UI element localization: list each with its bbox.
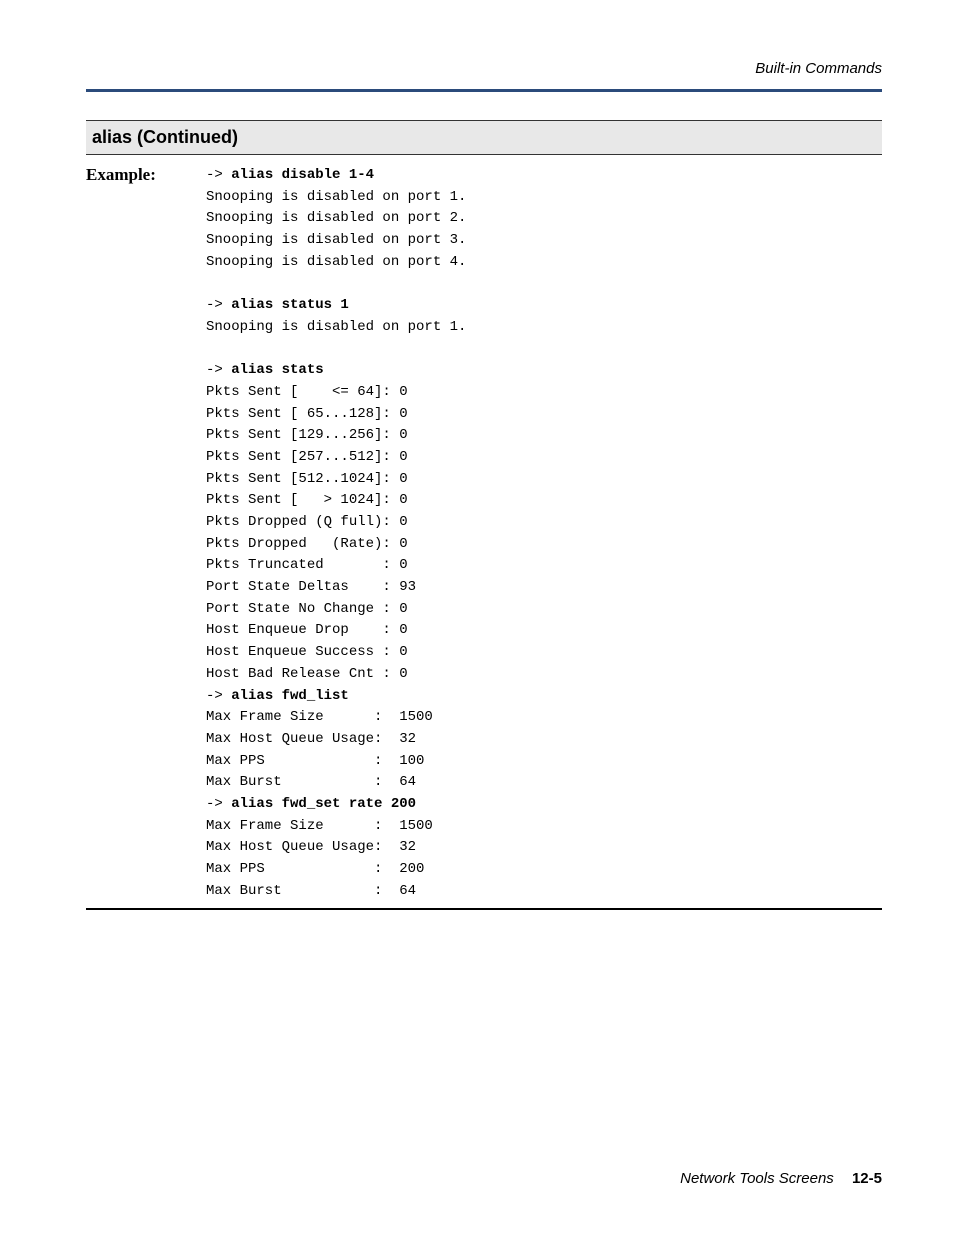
out3-l9: Port State Deltas : 93 bbox=[206, 579, 416, 595]
out5-l1: Max Host Queue Usage: 32 bbox=[206, 839, 416, 855]
cmd2: alias status 1 bbox=[231, 297, 349, 313]
header-rule bbox=[86, 89, 882, 92]
section-title-bar: alias (Continued) bbox=[86, 120, 882, 155]
page-header: Built-in Commands bbox=[86, 60, 882, 87]
cmd1-prefix: -> bbox=[206, 167, 231, 183]
out5-l0: Max Frame Size : 1500 bbox=[206, 818, 433, 834]
footer-text: Network Tools Screens bbox=[680, 1170, 834, 1187]
out3-l6: Pkts Dropped (Q full): 0 bbox=[206, 514, 408, 530]
cmd4-prefix: -> bbox=[206, 688, 231, 704]
out3-l11: Host Enqueue Drop : 0 bbox=[206, 622, 408, 638]
out1-l2: Snooping is disabled on port 3. bbox=[206, 232, 466, 248]
out3-l13: Host Bad Release Cnt : 0 bbox=[206, 666, 408, 682]
example-label: Example: bbox=[86, 165, 206, 902]
example-entry: Example: -> alias disable 1-4 Snooping i… bbox=[86, 155, 882, 902]
out3-l8: Pkts Truncated : 0 bbox=[206, 557, 408, 573]
out4-l2: Max PPS : 100 bbox=[206, 753, 424, 769]
out3-l2: Pkts Sent [129...256]: 0 bbox=[206, 427, 408, 443]
out5-l3: Max Burst : 64 bbox=[206, 883, 416, 899]
page-footer: Network Tools Screens 12-5 bbox=[680, 1170, 882, 1187]
out4-l1: Max Host Queue Usage: 32 bbox=[206, 731, 416, 747]
out2-l0: Snooping is disabled on port 1. bbox=[206, 319, 466, 335]
out3-l10: Port State No Change : 0 bbox=[206, 601, 408, 617]
cmd5: alias fwd_set rate 200 bbox=[231, 796, 416, 812]
cmd2-prefix: -> bbox=[206, 297, 231, 313]
out5-l2: Max PPS : 200 bbox=[206, 861, 424, 877]
out3-l4: Pkts Sent [512..1024]: 0 bbox=[206, 471, 408, 487]
out3-l12: Host Enqueue Success : 0 bbox=[206, 644, 408, 660]
out4-l0: Max Frame Size : 1500 bbox=[206, 709, 433, 725]
footer-page-number: 12-5 bbox=[852, 1170, 882, 1187]
out4-l3: Max Burst : 64 bbox=[206, 774, 416, 790]
out3-l5: Pkts Sent [ > 1024]: 0 bbox=[206, 492, 408, 508]
section-bottom-rule bbox=[86, 908, 882, 910]
example-code: -> alias disable 1-4 Snooping is disable… bbox=[206, 165, 882, 902]
out1-l0: Snooping is disabled on port 1. bbox=[206, 189, 466, 205]
section-title: alias (Continued) bbox=[92, 127, 238, 147]
cmd1: alias disable 1-4 bbox=[231, 167, 374, 183]
out3-l7: Pkts Dropped (Rate): 0 bbox=[206, 536, 408, 552]
out3-l3: Pkts Sent [257...512]: 0 bbox=[206, 449, 408, 465]
out3-l1: Pkts Sent [ 65...128]: 0 bbox=[206, 406, 408, 422]
cmd3: alias stats bbox=[231, 362, 323, 378]
cmd3-prefix: -> bbox=[206, 362, 231, 378]
cmd5-prefix: -> bbox=[206, 796, 231, 812]
out3-l0: Pkts Sent [ <= 64]: 0 bbox=[206, 384, 408, 400]
out1-l3: Snooping is disabled on port 4. bbox=[206, 254, 466, 270]
cmd4: alias fwd_list bbox=[231, 688, 349, 704]
out1-l1: Snooping is disabled on port 2. bbox=[206, 210, 466, 226]
